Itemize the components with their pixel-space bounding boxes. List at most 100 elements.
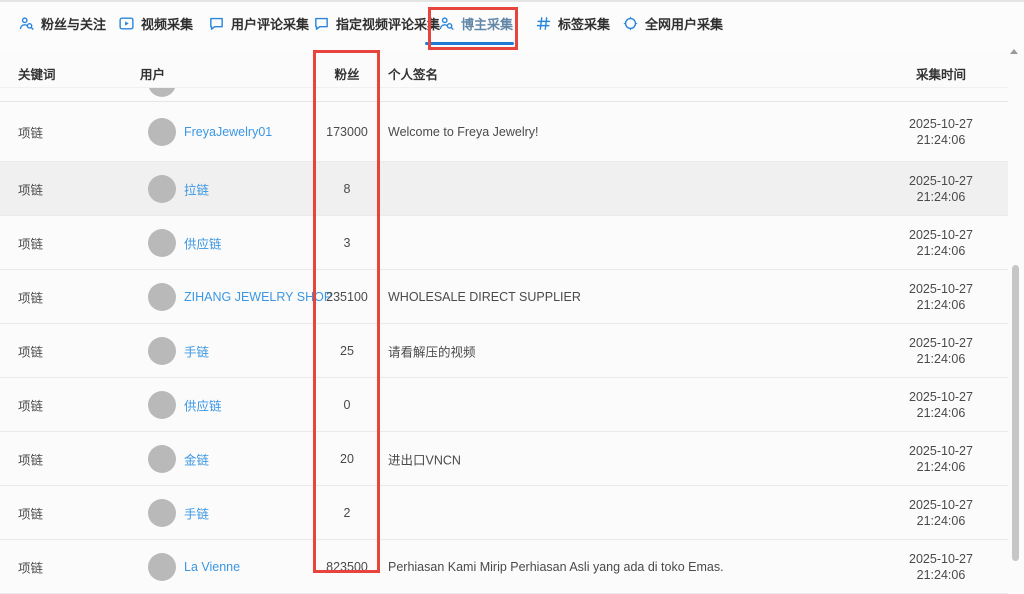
keyword-cell: 项链 — [18, 287, 43, 306]
collect-clock: 21:24:06 — [917, 298, 966, 312]
collect-clock: 21:24:06 — [917, 190, 966, 204]
avatar[interactable] — [148, 499, 176, 527]
collect-clock: 21:24:06 — [917, 133, 966, 147]
avatar[interactable] — [148, 229, 176, 257]
user-link[interactable]: La Vienne — [184, 560, 240, 574]
fans-cell: 173000 — [314, 125, 380, 139]
comment-icon — [313, 15, 330, 32]
scrollbar-up-arrow-icon[interactable] — [1010, 49, 1018, 54]
person-search-icon — [438, 15, 455, 32]
user-link[interactable]: 手链 — [184, 341, 209, 360]
keyword-cell: 项链 — [18, 557, 43, 576]
user-link[interactable]: ZIHANG JEWELRY SHOP — [184, 290, 332, 304]
table-row[interactable]: 项链 FreyaJewelry01 173000 Welcome to Frey… — [0, 102, 1008, 162]
collect-date: 2025-10-27 — [909, 174, 973, 188]
fans-cell: 3 — [314, 236, 380, 250]
tab-blogger-collect[interactable]: 博主采集 — [438, 14, 513, 33]
tab-tag-collect[interactable]: 标签采集 — [535, 14, 610, 33]
column-header-user: 用户 — [140, 64, 165, 83]
user-link[interactable]: 拉链 — [184, 179, 209, 198]
table-row[interactable]: 项链 La Vienne 823500 Perhiasan Kami Mirip… — [0, 540, 1008, 594]
person-search-icon — [18, 15, 35, 32]
comment-icon — [208, 15, 225, 32]
tab-video-collect[interactable]: 视频采集 — [118, 14, 193, 33]
column-header-keyword: 关键词 — [18, 64, 56, 83]
avatar[interactable] — [148, 391, 176, 419]
tab-user-comment-collect[interactable]: 用户评论采集 — [208, 14, 309, 33]
column-header-signature: 个人签名 — [388, 64, 438, 83]
avatar[interactable] — [148, 118, 176, 146]
tab-label: 用户评论采集 — [231, 14, 309, 33]
tab-label: 全网用户采集 — [645, 14, 723, 33]
tab-video-comment-collect[interactable]: 指定视频评论采集 — [313, 14, 440, 33]
fans-cell: 2 — [314, 506, 380, 520]
collect-time-cell: 2025-10-27 21:24:06 — [886, 281, 996, 313]
avatar — [148, 87, 176, 97]
collect-clock: 21:24:06 — [917, 514, 966, 528]
globe-icon — [622, 15, 639, 32]
table-row[interactable]: 项链 ZIHANG JEWELRY SHOP 235100 WHOLESALE … — [0, 270, 1008, 324]
tab-label: 指定视频评论采集 — [336, 14, 440, 33]
collect-time-cell: 2025-10-27 21:24:06 — [886, 227, 996, 259]
table-body: 项链 FreyaJewelry01 173000 Welcome to Frey… — [0, 101, 1008, 594]
active-tab-underline — [425, 42, 514, 45]
tab-label: 粉丝与关注 — [41, 14, 106, 33]
collect-time-cell: 2025-10-27 21:24:06 — [886, 389, 996, 421]
keyword-cell: 项链 — [18, 449, 43, 468]
fans-cell: 823500 — [314, 560, 380, 574]
keyword-cell: 项链 — [18, 122, 43, 141]
vertical-scrollbar-thumb[interactable] — [1012, 265, 1019, 561]
video-icon — [118, 15, 135, 32]
fans-cell: 0 — [314, 398, 380, 412]
fans-cell: 235100 — [314, 290, 380, 304]
avatar[interactable] — [148, 553, 176, 581]
signature-cell: Welcome to Freya Jewelry! — [388, 125, 539, 139]
collect-date: 2025-10-27 — [909, 228, 973, 242]
table-row[interactable]: 项链 手链 25 请看解压的视频 2025-10-27 21:24:06 — [0, 324, 1008, 378]
user-link[interactable]: 金链 — [184, 449, 209, 468]
collect-time-cell: 2025-10-27 21:24:06 — [886, 443, 996, 475]
tab-all-user-collect[interactable]: 全网用户采集 — [622, 14, 723, 33]
collect-clock: 21:24:06 — [917, 568, 966, 582]
collect-clock: 21:24:06 — [917, 352, 966, 366]
keyword-cell: 项链 — [18, 395, 43, 414]
avatar[interactable] — [148, 337, 176, 365]
keyword-cell: 项链 — [18, 503, 43, 522]
table-header: 关键词 用户 粉丝 个人签名 采集时间 — [0, 58, 1008, 86]
keyword-cell: 项链 — [18, 179, 43, 198]
user-link[interactable]: 供应链 — [184, 233, 222, 252]
table-row[interactable]: 项链 手链 2 2025-10-27 21:24:06 — [0, 486, 1008, 540]
column-header-time: 采集时间 — [886, 64, 996, 83]
collect-date: 2025-10-27 — [909, 498, 973, 512]
user-link[interactable]: 手链 — [184, 503, 209, 522]
collect-clock: 21:24:06 — [917, 244, 966, 258]
table-row[interactable]: 项链 拉链 8 2025-10-27 21:24:06 — [0, 162, 1008, 216]
collect-clock: 21:24:06 — [917, 406, 966, 420]
tab-label: 博主采集 — [461, 14, 513, 33]
tab-label: 标签采集 — [558, 14, 610, 33]
collect-date: 2025-10-27 — [909, 552, 973, 566]
table-row[interactable]: 项链 供应链 0 2025-10-27 21:24:06 — [0, 378, 1008, 432]
fans-cell: 8 — [314, 182, 380, 196]
avatar[interactable] — [148, 175, 176, 203]
fans-cell: 20 — [314, 452, 380, 466]
column-header-fans: 粉丝 — [314, 64, 380, 83]
hash-icon — [535, 15, 552, 32]
tab-fans-follow[interactable]: 粉丝与关注 — [18, 14, 106, 33]
collect-time-cell: 2025-10-27 21:24:06 — [886, 551, 996, 583]
collect-date: 2025-10-27 — [909, 444, 973, 458]
user-link[interactable]: FreyaJewelry01 — [184, 125, 272, 139]
table-row[interactable]: 项链 供应链 3 2025-10-27 21:24:06 — [0, 216, 1008, 270]
collect-time-cell: 2025-10-27 21:24:06 — [886, 116, 996, 148]
collect-time-cell: 2025-10-27 21:24:06 — [886, 335, 996, 367]
user-link[interactable]: 供应链 — [184, 395, 222, 414]
table-row[interactable]: 项链 金链 20 进出口VNCN 2025-10-27 21:24:06 — [0, 432, 1008, 486]
keyword-cell: 项链 — [18, 233, 43, 252]
avatar[interactable] — [148, 283, 176, 311]
collect-date: 2025-10-27 — [909, 336, 973, 350]
avatar[interactable] — [148, 445, 176, 473]
signature-cell: 进出口VNCN — [388, 449, 461, 468]
tab-label: 视频采集 — [141, 14, 193, 33]
collect-clock: 21:24:06 — [917, 460, 966, 474]
collect-time-cell: 2025-10-27 21:24:06 — [886, 497, 996, 529]
